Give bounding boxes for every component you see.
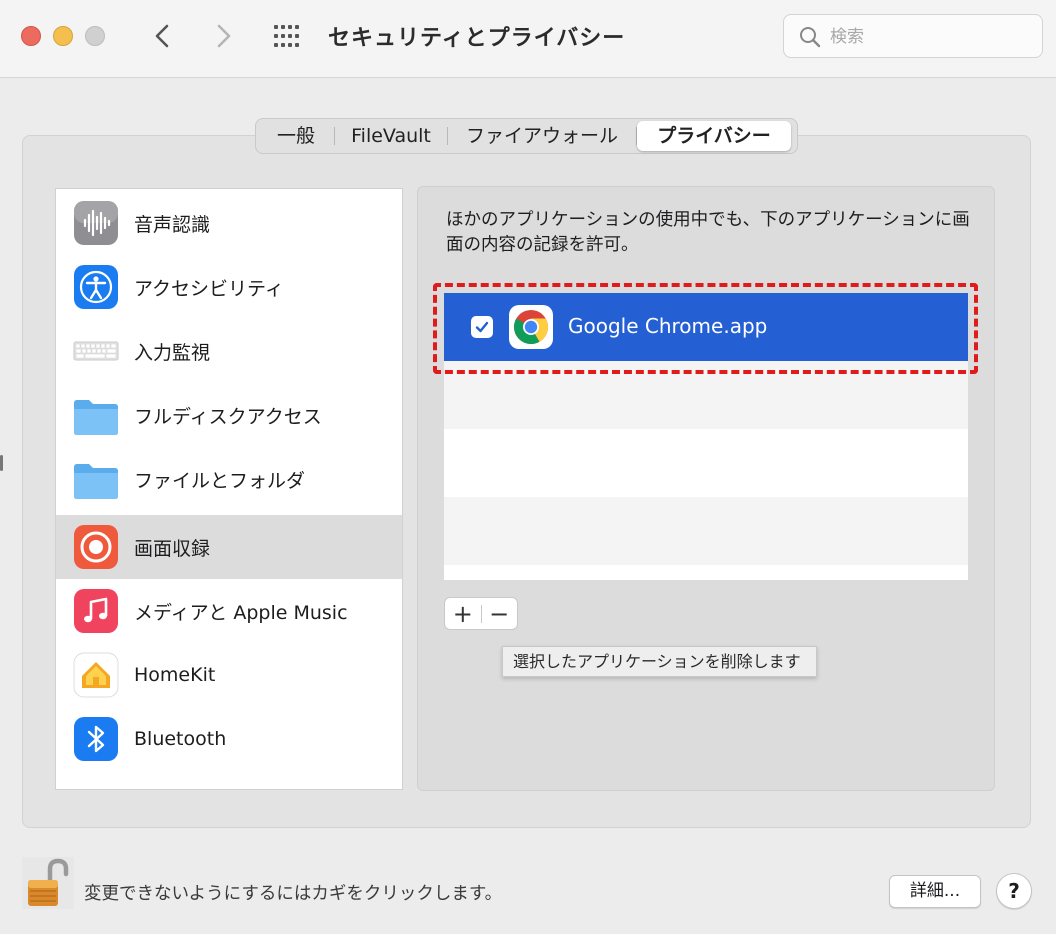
sidebar-item-bluetooth[interactable]: Bluetooth <box>56 707 402 771</box>
close-window-button[interactable] <box>21 26 41 46</box>
zoom-window-button[interactable] <box>85 26 105 46</box>
empty-row <box>444 497 968 565</box>
search-field[interactable] <box>783 14 1043 58</box>
add-remove-control: + − <box>444 597 518 630</box>
chevron-right-icon <box>217 24 231 48</box>
help-button[interactable]: ? <box>996 873 1032 909</box>
tab-firewall[interactable]: ファイアウォール <box>448 121 636 151</box>
tab-general[interactable]: 一般 <box>258 121 334 151</box>
back-button[interactable] <box>148 18 178 54</box>
grid-icon <box>274 25 299 47</box>
folder-icon <box>73 392 119 438</box>
chevron-left-icon <box>155 24 169 48</box>
sidebar-item-label: フルディスクアクセス <box>134 405 322 428</box>
tab-privacy[interactable]: プライバシー <box>637 121 791 151</box>
sidebar-item-input-monitoring[interactable]: 入力監視 <box>56 319 402 383</box>
remove-tooltip: 選択したアプリケーションを削除します <box>502 646 817 677</box>
home-icon <box>73 652 119 698</box>
sidebar-item-files-and-folders[interactable]: ファイルとフォルダ <box>56 447 402 511</box>
window-title: セキュリティとプライバシー <box>328 26 626 51</box>
privacy-category-list[interactable]: 音声認識 アクセシビリティ 入力監視 フルディスクアクセス ファイルとフォルダ … <box>55 188 403 790</box>
sidebar-item-label: 音声認識 <box>134 213 211 236</box>
search-input[interactable] <box>830 23 1030 51</box>
minimize-window-button[interactable] <box>53 26 73 46</box>
sidebar-item-accessibility[interactable]: アクセシビリティ <box>56 255 402 319</box>
sidebar-item-media-apple-music[interactable]: メディアと Apple Music <box>56 579 402 643</box>
folder-icon <box>73 456 119 502</box>
tab-bar: 一般 FileVault ファイアウォール プライバシー <box>255 118 798 154</box>
sidebar-item-full-disk-access[interactable]: フルディスクアクセス <box>56 383 402 447</box>
sidebar-item-speech-recognition[interactable]: 音声認識 <box>56 191 402 255</box>
sidebar-item-label: HomeKit <box>134 664 216 686</box>
sidebar-item-screen-recording[interactable]: 画面収録 <box>56 515 402 579</box>
lock-button[interactable] <box>22 857 74 909</box>
music-icon <box>73 588 119 634</box>
permission-description: ほかのアプリケーションの使用中でも、下のアプリケーションに画面の内容の記録を許可… <box>446 210 970 255</box>
advanced-button[interactable]: 詳細... <box>889 875 981 908</box>
lock-instruction: 変更できないようにするにはカギをクリックします。 <box>84 884 503 904</box>
accessibility-icon <box>73 264 119 310</box>
empty-row <box>444 429 968 497</box>
show-all-button[interactable] <box>272 24 304 48</box>
sidebar-item-partial <box>56 779 402 789</box>
sidebar-item-label: Bluetooth <box>134 728 227 750</box>
keyboard-icon <box>73 328 119 374</box>
search-icon <box>800 27 821 48</box>
bluetooth-icon <box>73 716 119 762</box>
sidebar-item-label: アクセシビリティ <box>134 277 284 300</box>
sidebar-item-label: 画面収録 <box>134 537 211 560</box>
screen-record-icon <box>73 524 119 570</box>
sidebar-item-label: 入力監視 <box>134 341 211 364</box>
tab-filevault[interactable]: FileVault <box>335 121 447 151</box>
sidebar-item-label: メディアと Apple Music <box>134 601 348 624</box>
sidebar-item-label: ファイルとフォルダ <box>134 469 306 492</box>
highlight-annotation <box>433 283 978 374</box>
window-edge-marker <box>0 455 3 471</box>
sidebar-item-homekit[interactable]: HomeKit <box>56 643 402 707</box>
app-icon <box>73 788 119 789</box>
waveform-icon <box>73 200 119 246</box>
title-bar: セキュリティとプライバシー <box>0 0 1056 78</box>
unlocked-padlock-icon <box>22 857 74 909</box>
add-app-button[interactable]: + <box>445 598 481 629</box>
remove-app-button[interactable]: − <box>481 598 517 629</box>
forward-button[interactable] <box>208 18 238 54</box>
